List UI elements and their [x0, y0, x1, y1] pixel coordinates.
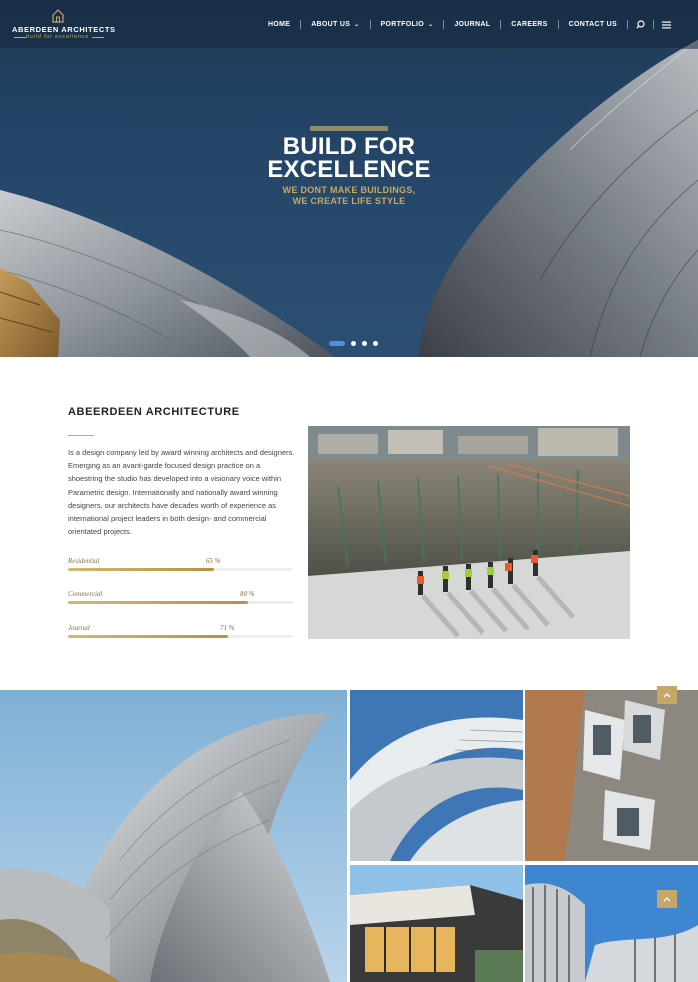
nav-about-us[interactable]: ABOUT US ⌄: [301, 21, 369, 28]
hero-title-line1: BUILD FOR: [282, 133, 416, 160]
progress-fill: [68, 635, 228, 638]
top-navbar: ABERDEEN ARCHITECTS build for excellence…: [0, 0, 698, 49]
about-description: Is a design company led by award winning…: [68, 448, 295, 537]
skill-label: Residential: [68, 557, 100, 565]
chevron-down-icon: ⌄: [354, 22, 360, 28]
search-button[interactable]: [628, 20, 653, 29]
gallery-image-5[interactable]: [525, 865, 698, 982]
hero-title: BUILD FOR EXCELLENCE: [200, 133, 498, 183]
nav-journal[interactable]: JOURNAL: [444, 21, 500, 28]
nav-about-us-label: ABOUT US: [311, 21, 351, 28]
progress-fill: [68, 568, 215, 571]
slider-dot-2[interactable]: [351, 341, 356, 346]
slider-dot-1[interactable]: [329, 341, 345, 346]
chevron-down-icon: ⌄: [428, 22, 434, 28]
gallery-image-2[interactable]: [350, 690, 523, 861]
gallery-image-4[interactable]: [350, 865, 523, 982]
skill-residential: Residential 65 %: [68, 557, 293, 577]
nav-careers-label: CAREERS: [511, 21, 548, 28]
nav-contact-us-label: CONTACT US: [568, 21, 617, 28]
hero-caption: BUILD FOR EXCELLENCE WE DONT MAKE BUILDI…: [200, 126, 498, 207]
scroll-to-top-button[interactable]: [657, 686, 677, 704]
site-logo[interactable]: ABERDEEN ARCHITECTS build for excellence: [12, 9, 116, 41]
nav-journal-label: JOURNAL: [454, 21, 491, 28]
skill-percent: 80 %: [240, 590, 255, 598]
slider-pagination: [329, 341, 384, 346]
nav-careers[interactable]: CAREERS: [501, 21, 557, 28]
skill-percent: 65 %: [206, 557, 221, 565]
nav-home-label: HOME: [268, 21, 291, 28]
gallery-image-3[interactable]: [525, 690, 698, 861]
about-title-rule: [68, 435, 94, 436]
construction-site-photo: [308, 426, 630, 639]
progress-track: [68, 568, 293, 571]
chevron-up-icon: [663, 693, 671, 698]
slider-dot-4[interactable]: [373, 341, 378, 346]
main-nav: HOME ABOUT US ⌄ PORTFOLIO ⌄ JOURNAL CAREER…: [258, 0, 679, 49]
logo-name: ABERDEEN ARCHITECTS: [12, 25, 116, 34]
progress-fill: [68, 601, 248, 604]
chevron-up-icon: [663, 897, 671, 902]
skill-journal: Journal 71 %: [68, 624, 293, 644]
logo-rule-right: [92, 37, 104, 38]
menu-button[interactable]: [654, 21, 679, 29]
nav-home[interactable]: HOME: [258, 21, 300, 28]
hero-subtitle-line1: WE DONT MAKE BUILDINGS,: [282, 185, 416, 195]
hero-slider[interactable]: ABERDEEN ARCHITECTS build for excellence…: [0, 0, 698, 357]
search-icon: [636, 20, 645, 29]
skill-percent: 71 %: [220, 624, 235, 632]
progress-track: [68, 601, 293, 604]
hero-title-line2: EXCELLENCE: [267, 156, 431, 183]
slider-dot-3[interactable]: [362, 341, 367, 346]
hero-subtitle-line2: WE CREATE LIFE STYLE: [292, 196, 406, 206]
scroll-to-top-button[interactable]: [657, 890, 677, 908]
logo-rule-left: [14, 37, 26, 38]
page: ABERDEEN ARCHITECTS build for excellence…: [0, 0, 698, 982]
progress-track: [68, 635, 293, 638]
nav-contact-us[interactable]: CONTACT US: [559, 21, 627, 28]
skill-label: Commercial: [68, 590, 103, 598]
nav-portfolio-label: PORTFOLIO: [380, 21, 425, 28]
house-logo-icon: [52, 9, 64, 23]
skill-label: Journal: [68, 624, 90, 632]
hero-subtitle: WE DONT MAKE BUILDINGS, WE CREATE LIFE S…: [200, 185, 498, 207]
hero-accent-bar: [310, 126, 388, 131]
skill-commercial: Commercial 80 %: [68, 590, 293, 610]
about-title: ABEERDEEN ARCHITECTURE: [68, 406, 240, 418]
menu-icon: [662, 21, 671, 28]
nav-portfolio[interactable]: PORTFOLIO ⌄: [371, 21, 444, 28]
gallery-image-1[interactable]: [0, 690, 347, 982]
logo-tagline: build for excellence: [26, 34, 90, 40]
